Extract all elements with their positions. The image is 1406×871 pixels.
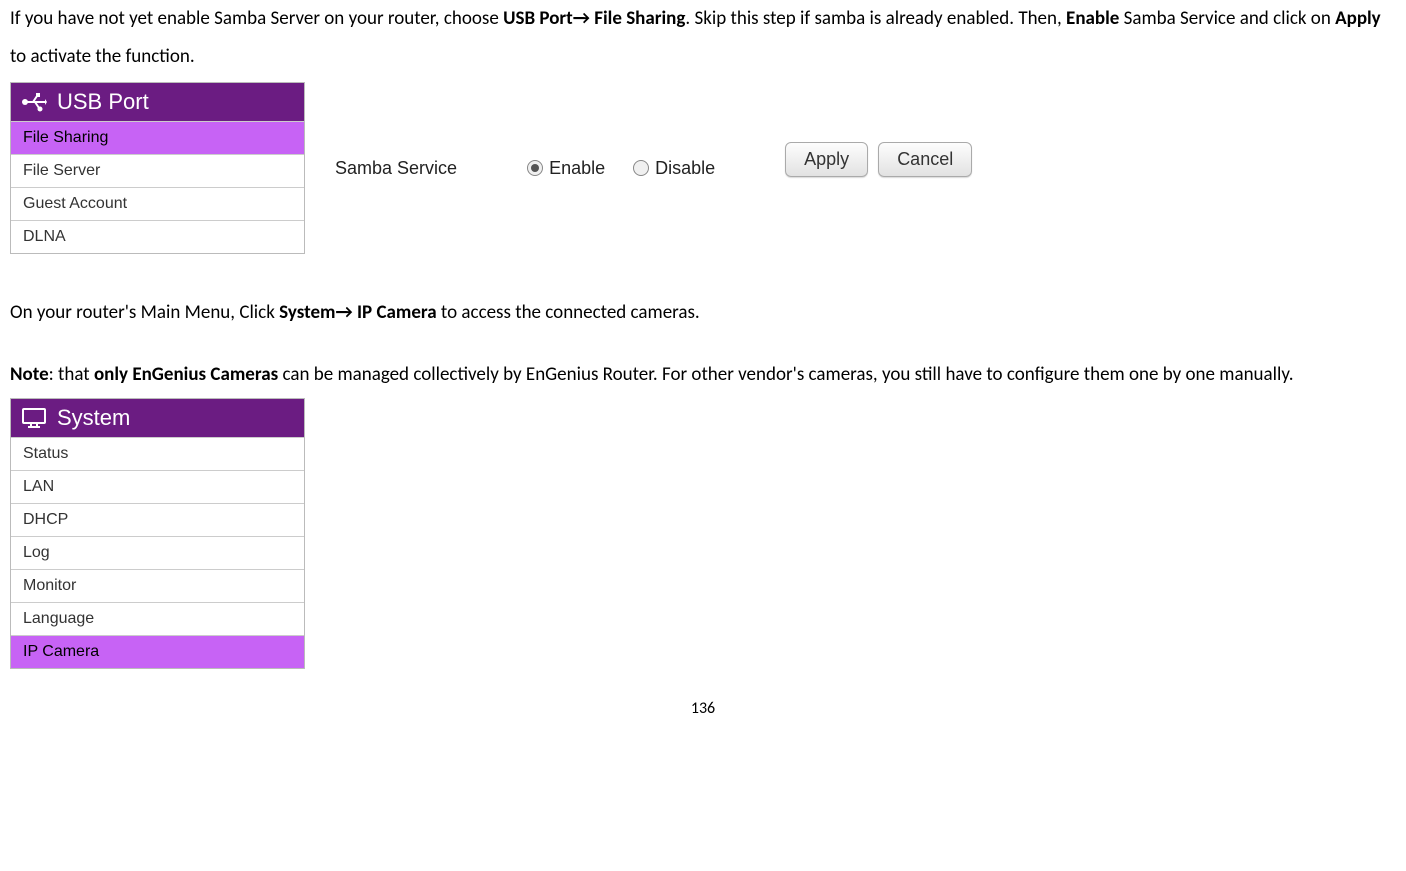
paragraph-samba-instructions: If you have not yet enable Samba Server …	[10, 0, 1396, 76]
usb-menu-item[interactable]: DLNA	[11, 220, 304, 253]
system-menu-title: System	[57, 405, 130, 431]
usb-port-menu: USB Port File SharingFile ServerGuest Ac…	[10, 82, 305, 254]
figure-usb-samba: USB Port File SharingFile ServerGuest Ac…	[10, 82, 1396, 254]
arrow-icon: →	[335, 301, 352, 324]
usb-menu-item[interactable]: Guest Account	[11, 187, 304, 220]
text: : that	[49, 363, 94, 386]
bold-file-sharing: File Sharing	[590, 7, 685, 30]
bold-ip-camera: IP Camera	[353, 301, 437, 324]
cancel-button[interactable]: Cancel	[878, 142, 972, 177]
usb-port-menu-header: USB Port	[11, 83, 304, 121]
samba-enable-option[interactable]: Enable	[527, 158, 605, 179]
text: On your router's Main Menu, Click	[10, 301, 279, 324]
arrow-icon: →	[573, 7, 590, 30]
samba-service-setting: Samba Service Enable Disable	[335, 158, 715, 179]
apply-cancel-buttons: Apply Cancel	[785, 142, 972, 177]
figure-system-menu: System StatusLANDHCPLogMonitorLanguageIP…	[10, 398, 1396, 669]
radio-unselected-icon	[633, 160, 649, 176]
system-menu-item[interactable]: Language	[11, 602, 304, 635]
text: to activate the function.	[10, 45, 195, 68]
system-menu-item[interactable]: Status	[11, 437, 304, 470]
bold-only-engenius: only EnGenius Cameras	[94, 363, 278, 386]
samba-disable-option[interactable]: Disable	[633, 158, 715, 179]
text: . Skip this step if samba is already ena…	[685, 7, 1066, 30]
monitor-icon	[21, 407, 47, 429]
paragraph-note: Note: that only EnGenius Cameras can be …	[10, 356, 1396, 394]
system-menu-item[interactable]: Monitor	[11, 569, 304, 602]
radio-label: Disable	[655, 158, 715, 179]
bold-usb-port: USB Port	[503, 7, 573, 30]
system-menu: System StatusLANDHCPLogMonitorLanguageIP…	[10, 398, 305, 669]
paragraph-ip-camera-access: On your router's Main Menu, Click System…	[10, 294, 1396, 332]
system-menu-item[interactable]: IP Camera	[11, 635, 304, 668]
samba-service-label: Samba Service	[335, 158, 457, 179]
system-menu-item[interactable]: LAN	[11, 470, 304, 503]
page-number: 136	[10, 699, 1396, 718]
radio-selected-icon	[527, 160, 543, 176]
text: to access the connected cameras.	[437, 301, 700, 324]
text: can be managed collectively by EnGenius …	[278, 363, 1293, 386]
bold-apply: Apply	[1335, 7, 1381, 30]
text: If you have not yet enable Samba Server …	[10, 7, 503, 30]
bold-system: System	[279, 301, 335, 324]
system-menu-item[interactable]: Log	[11, 536, 304, 569]
bold-note: Note	[10, 363, 49, 386]
system-menu-item[interactable]: DHCP	[11, 503, 304, 536]
usb-menu-item[interactable]: File Sharing	[11, 121, 304, 154]
system-menu-header: System	[11, 399, 304, 437]
usb-menu-item[interactable]: File Server	[11, 154, 304, 187]
apply-button[interactable]: Apply	[785, 142, 868, 177]
samba-radio-group: Enable Disable	[527, 158, 715, 179]
usb-icon	[21, 91, 47, 113]
usb-port-menu-title: USB Port	[57, 89, 149, 115]
bold-enable: Enable	[1066, 7, 1119, 30]
text: Samba Service and click on	[1119, 7, 1335, 30]
radio-label: Enable	[549, 158, 605, 179]
